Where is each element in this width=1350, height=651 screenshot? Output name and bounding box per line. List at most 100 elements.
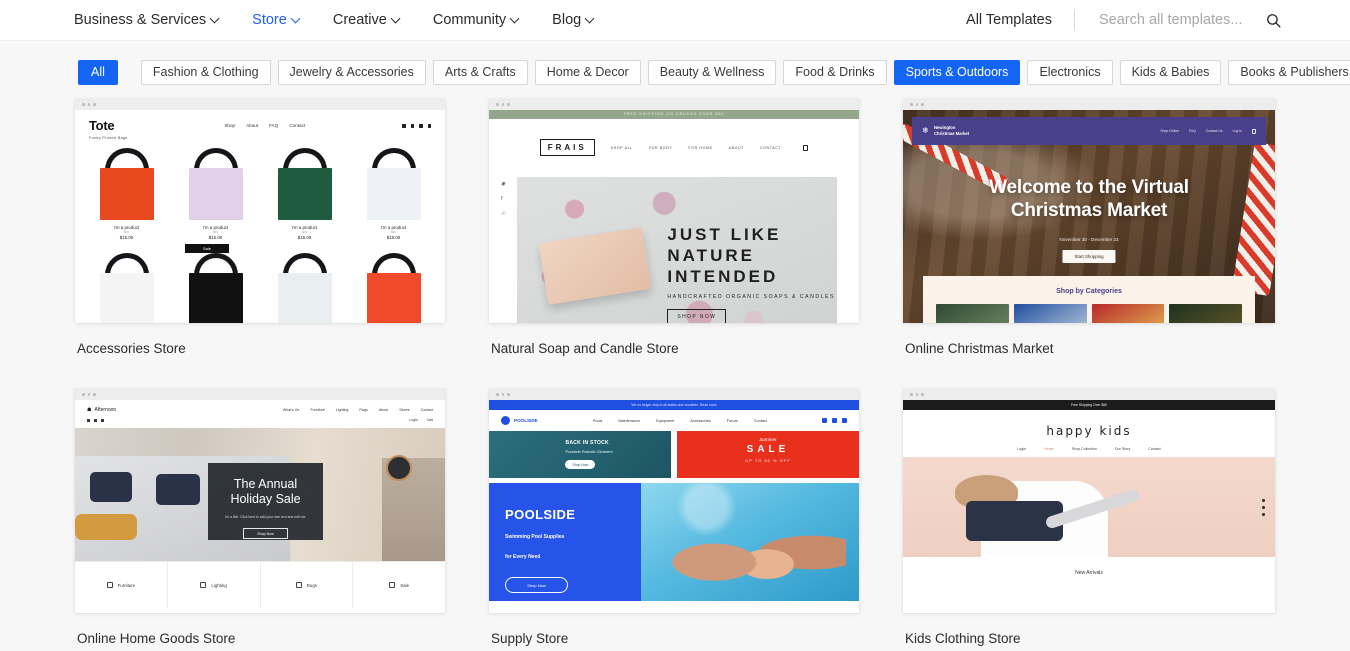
preview-header: ❄ Newington Christmas Market Shop Online… (912, 117, 1266, 145)
slider-dot-icon[interactable] (1262, 506, 1265, 509)
preview-header: Tote Funky Printed Bags Shop About FAQ C… (75, 110, 445, 140)
hero-sub-line1: Swimming Pool Supplies (505, 534, 565, 540)
preview-site-poolside: We no longer ship to all states and coun… (489, 400, 859, 613)
chevron-down-icon (586, 14, 595, 23)
filter-chip-books-publishers[interactable]: Books & Publishers (1228, 59, 1350, 85)
preview-product-grid: I'm a product SKU $15.00 I'm a product S… (75, 140, 445, 240)
nav-item-store[interactable]: Store (252, 6, 319, 34)
nav-item-label: Store (252, 12, 287, 28)
preview-announcement-bar: We no longer ship to all states and coun… (489, 400, 859, 410)
filter-chip-kids-babies[interactable]: Kids & Babies (1119, 59, 1222, 85)
primary-nav: Business & Services Store Creative Commu… (0, 6, 627, 34)
nav-item-blog[interactable]: Blog (552, 6, 613, 34)
search-area (1097, 11, 1282, 29)
template-thumbnail[interactable]: Free Shipping Over $50 happy kids Login … (903, 389, 1275, 613)
section-title: Shop by Categories (1056, 288, 1122, 295)
window-dot-icon (87, 393, 91, 396)
preview-menu-item: Shop Collection (1071, 447, 1097, 451)
slider-dots[interactable] (1262, 499, 1265, 516)
preview-hero-image (903, 457, 1275, 557)
preview-site-christmas-market: ❄ Newington Christmas Market Shop Online… (903, 110, 1275, 323)
preview-menu-item: Stores (399, 408, 410, 412)
filter-chip-jewelry-accessories[interactable]: Jewelry & Accessories (277, 59, 426, 85)
window-dot-icon (87, 103, 91, 106)
slider-dot-icon[interactable] (1262, 499, 1265, 502)
window-dot-icon (501, 103, 505, 106)
instagram-icon: ◉ (501, 181, 506, 187)
preview-header: Login Home Shop Collection Our Story Con… (903, 447, 1275, 451)
preview-announcement-bar: Free Shipping Over $50 (903, 400, 1275, 410)
filter-chip-electronics[interactable]: Electronics (1027, 59, 1113, 85)
preview-hero: POOLSIDE Swimming Pool Supplies for Ever… (489, 483, 859, 601)
template-card-natural-soap-and-candle-store[interactable]: FREE SHIPPING ON ORDERS OVER $50 FRAIS S… (489, 99, 859, 387)
filter-chip-fashion-clothing[interactable]: Fashion & Clothing (140, 59, 271, 85)
facebook-icon: f (501, 196, 503, 202)
pillow-graphic (89, 472, 132, 502)
window-dot-icon (921, 393, 924, 396)
template-thumbnail[interactable]: Tote Funky Printed Bags Shop About FAQ C… (75, 99, 445, 323)
nav-item-business-services[interactable]: Business & Services (74, 6, 238, 34)
search-input[interactable] (1097, 11, 1255, 29)
water-drop-icon (501, 416, 510, 425)
template-thumbnail[interactable]: We no longer ship to all states and coun… (489, 389, 859, 613)
pinterest-icon (419, 124, 423, 128)
preview-categories-panel: Shop by Categories (923, 276, 1255, 323)
chevron-down-icon (511, 14, 520, 23)
browser-chrome-bar (75, 99, 445, 110)
preview-brand-line2: Christmas Market (934, 131, 970, 136)
nav-item-community[interactable]: Community (433, 6, 538, 34)
preview-menu-item: About (378, 408, 389, 412)
product-name: I'm a product (291, 225, 318, 230)
preview-menu-item: Shop Online (1160, 129, 1179, 133)
preview-menu-item: Equipment (656, 418, 675, 423)
template-card-online-home-goods-store[interactable]: ☗ Afternoon What's On Furniture Lighting… (75, 389, 445, 651)
hero-cta-button: Shop Now (505, 577, 568, 593)
template-card-title: Online Home Goods Store (77, 631, 236, 646)
filter-chip-arts-crafts[interactable]: Arts & Crafts (432, 59, 528, 85)
preview-menu-item: Maintenance (618, 418, 641, 423)
nav-divider (1074, 9, 1075, 31)
template-thumbnail[interactable]: ☗ Afternoon What's On Furniture Lighting… (75, 389, 445, 613)
instagram-icon (94, 418, 97, 422)
filter-chip-home-decor[interactable]: Home & Decor (534, 59, 641, 85)
preview-menu-item: Contact (420, 408, 433, 412)
filter-chip-sports-outdoors[interactable]: Sports & Outdoors (893, 59, 1021, 85)
preview-menu-item: Accessories (690, 418, 711, 423)
template-card-kids-clothing-store[interactable]: Free Shipping Over $50 happy kids Login … (903, 389, 1275, 651)
window-dot-icon (507, 393, 510, 396)
template-card-supply-store[interactable]: We no longer ship to all states and coun… (489, 389, 859, 651)
hero-cta-button: SHOP NOW (667, 309, 727, 323)
clock-graphic (385, 454, 412, 481)
filter-chip-all[interactable]: All (78, 59, 118, 85)
facebook-icon (402, 124, 406, 128)
preview-menu-item: Shop (224, 123, 236, 128)
banner-title: BACK IN STOCK (565, 439, 609, 446)
template-thumbnail[interactable]: ❄ Newington Christmas Market Shop Online… (903, 99, 1275, 323)
filter-chip-beauty-wellness[interactable]: Beauty & Wellness (647, 59, 777, 85)
template-thumbnail[interactable]: FREE SHIPPING ON ORDERS OVER $50 FRAIS S… (489, 99, 859, 323)
snowflake-icon: ❄ (922, 126, 929, 135)
nav-right-group: All Templates (966, 9, 1350, 31)
browser-chrome-bar (489, 99, 859, 110)
hero-dates: November 30 - December 23 (1059, 237, 1119, 242)
all-templates-link[interactable]: All Templates (966, 12, 1052, 28)
template-card-accessories-store[interactable]: Tote Funky Printed Bags Shop About FAQ C… (75, 99, 445, 387)
filter-chip-food-drinks[interactable]: Food & Drinks (783, 59, 887, 85)
search-icon[interactable] (1265, 12, 1282, 29)
slider-dot-icon[interactable] (1262, 513, 1265, 516)
category-label: Rugs (306, 582, 317, 588)
template-card-title: Supply Store (491, 631, 569, 646)
browser-chrome-bar (903, 389, 1275, 400)
product-price: $15.00 (386, 235, 401, 240)
hero-headline-line2: NATURE INTENDED (667, 245, 779, 287)
nav-item-creative[interactable]: Creative (333, 6, 419, 34)
pinterest-icon: ☉ (501, 211, 506, 217)
category-thumb (1169, 304, 1242, 323)
hero-headline-line2: Christmas Market (1010, 200, 1168, 222)
window-dot-icon (82, 103, 85, 106)
category-filter-bar: All Fashion & Clothing Jewelry & Accesso… (0, 52, 1350, 92)
globe-icon (841, 418, 847, 423)
hero-headline-line1: The Annual (233, 476, 298, 491)
template-card-online-christmas-market[interactable]: ❄ Newington Christmas Market Shop Online… (903, 99, 1275, 387)
window-dot-icon (915, 103, 919, 106)
